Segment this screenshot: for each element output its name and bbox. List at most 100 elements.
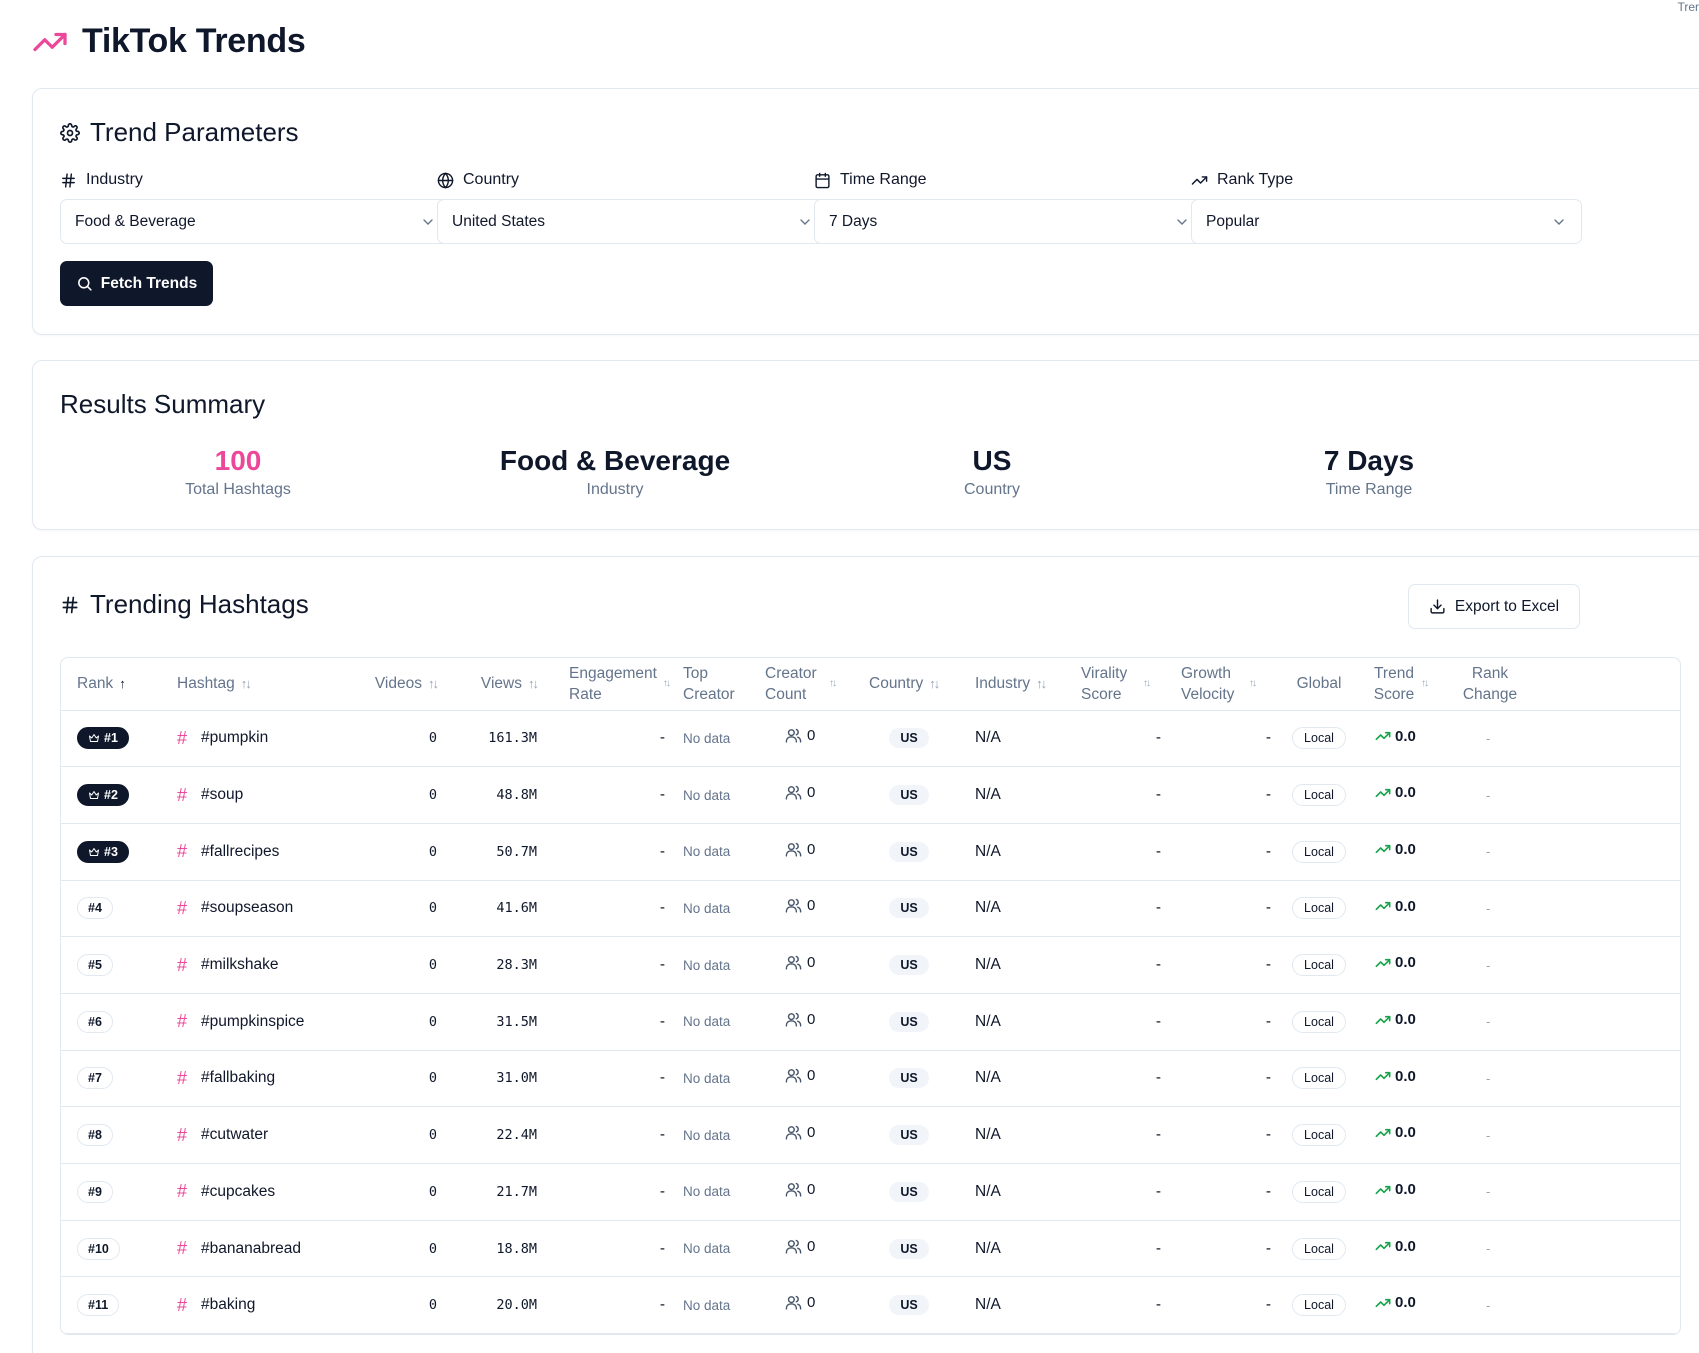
cell-videos: 0 — [345, 1276, 445, 1335]
table-row[interactable]: #8 # #cutwater 0 22.4M - No data 0 US N/A - - Local 0… — [61, 1106, 1680, 1164]
time-range-label: Time Range — [840, 171, 927, 188]
table-row[interactable]: #11 # #baking 0 20.0M - No data 0 US N/A - - Local 0.… — [61, 1276, 1680, 1335]
cell-engagement: - — [545, 1050, 673, 1108]
hashtag-name[interactable]: #soup — [201, 786, 243, 804]
cell-global: Local — [1279, 1220, 1359, 1278]
th-rank-change[interactable]: Rank Change — [1449, 658, 1680, 711]
time-range-value: 7 Days — [829, 212, 878, 230]
table-row[interactable]: #6 # #pumpkinspice 0 31.5M - No data 0 US N/A - - Lo… — [61, 993, 1680, 1051]
hashtag-name[interactable]: #pumpkinspice — [201, 1013, 304, 1031]
corner-text: Trer — [1677, 0, 1699, 14]
trending-up-icon — [1191, 175, 1208, 185]
th-engagement[interactable]: Engagement Rate ↑↓ — [545, 658, 673, 711]
hashtag-name[interactable]: #fallbaking — [201, 1069, 275, 1087]
country-badge: US — [889, 1238, 929, 1259]
table-row[interactable]: #1 # #pumpkin 0 161.3M - No data 0 US N/A - - Local 0… — [61, 710, 1680, 768]
crown-icon — [89, 791, 99, 800]
cell-hashtag: # #cupcakes — [155, 1163, 345, 1221]
stat-label: Time Range — [1325, 481, 1413, 498]
cell-country: US — [859, 1050, 959, 1108]
table-title: Trending Hashtags — [60, 589, 309, 620]
rank-badge: #11 — [77, 1294, 120, 1317]
cell-virality: - — [1067, 1220, 1169, 1278]
trending-up-icon — [1375, 958, 1391, 967]
th-global[interactable]: Global — [1279, 658, 1359, 711]
cell-engagement: - — [545, 710, 673, 768]
cell-virality: - — [1067, 823, 1169, 881]
users-icon — [785, 1295, 802, 1310]
hashtag-name[interactable]: #milkshake — [201, 956, 279, 974]
hashtag-name[interactable]: #bananabread — [201, 1240, 301, 1258]
th-top-creator[interactable]: Top Creator — [673, 658, 755, 711]
rank-badge: #8 — [77, 1124, 113, 1147]
cell-hashtag: # #cutwater — [155, 1106, 345, 1164]
table-row[interactable]: #3 # #fallrecipes 0 50.7M - No data 0 US N/A - - Loc… — [61, 823, 1680, 881]
th-videos[interactable]: Videos ↑↓ — [345, 658, 445, 711]
th-industry[interactable]: Industry ↑↓ — [959, 658, 1067, 711]
users-icon — [785, 842, 802, 857]
th-hashtag[interactable]: Hashtag ↑↓ — [155, 658, 345, 711]
chevron-down-icon — [423, 218, 433, 225]
hashtag-name[interactable]: #cutwater — [201, 1126, 268, 1144]
rank-type-select[interactable]: Popular — [1191, 199, 1582, 244]
hash-icon: # — [177, 954, 188, 975]
cell-virality: - — [1067, 1050, 1169, 1108]
stat-label: Country — [963, 481, 1021, 498]
table-row[interactable]: #9 # #cupcakes 0 21.7M - No data 0 US N/A - - Local 0… — [61, 1163, 1680, 1221]
hashtag-name[interactable]: #soupseason — [201, 899, 293, 917]
table-row[interactable]: #4 # #soupseason 0 41.6M - No data 0 US N/A - - Loca… — [61, 880, 1680, 938]
th-trend-score[interactable]: Trend Score ↑↓ — [1359, 658, 1449, 711]
cell-hashtag: # #fallbaking — [155, 1050, 345, 1108]
cell-views: 161.3M — [445, 710, 545, 768]
cell-creator-count: 0 — [755, 1106, 859, 1164]
country-select[interactable]: United States — [437, 199, 828, 244]
cell-engagement: - — [545, 1276, 673, 1335]
stat-value: US — [972, 445, 1012, 476]
cell-growth: - — [1169, 1276, 1279, 1335]
users-icon — [785, 1182, 802, 1197]
cell-rank: #5 — [61, 936, 155, 994]
hashtag-name[interactable]: #baking — [201, 1296, 255, 1314]
export-excel-button[interactable]: Export to Excel — [1408, 584, 1580, 629]
fetch-trends-button[interactable]: Fetch Trends — [60, 261, 213, 306]
cell-rank: #2 — [61, 766, 155, 824]
hashtag-name[interactable]: #cupcakes — [201, 1183, 275, 1201]
global-badge: Local — [1292, 1294, 1346, 1317]
th-growth[interactable]: Growth Velocity ↑↓ — [1169, 658, 1279, 711]
hash-icon: # — [177, 1124, 188, 1145]
th-rank[interactable]: Rank ↑ — [61, 658, 155, 711]
hash-icon — [62, 172, 75, 188]
users-icon — [785, 1012, 802, 1027]
cell-engagement: - — [545, 1220, 673, 1278]
stat-label: Industry — [586, 481, 644, 498]
hash-icon: # — [177, 784, 188, 805]
cell-views: 50.7M — [445, 823, 545, 881]
industry-select[interactable]: Food & Beverage — [60, 199, 451, 244]
cell-virality: - — [1067, 993, 1169, 1051]
users-icon — [785, 785, 802, 800]
th-views[interactable]: Views ↑↓ — [445, 658, 545, 711]
cell-hashtag: # #baking — [155, 1276, 345, 1335]
time-range-select[interactable]: 7 Days — [814, 199, 1205, 244]
trending-up-icon — [1375, 1015, 1391, 1024]
sort-icon: ↑↓ — [1036, 676, 1047, 692]
th-virality[interactable]: Virality Score ↑↓ — [1067, 658, 1169, 711]
table-row[interactable]: #10 # #bananabread 0 18.8M - No data 0 US N/A - - Lo… — [61, 1220, 1680, 1278]
stat-value: Food & Beverage — [499, 445, 731, 476]
cell-rank-change: - — [1449, 1050, 1680, 1108]
table-row[interactable]: #5 # #milkshake 0 28.3M - No data 0 US N/A - - Local… — [61, 936, 1680, 994]
table-row[interactable]: #7 # #fallbaking 0 31.0M - No data 0 US N/A - - Loca… — [61, 1050, 1680, 1108]
cell-views: 21.7M — [445, 1163, 545, 1221]
cell-rank-change: - — [1449, 823, 1680, 881]
hashtag-name[interactable]: #fallrecipes — [201, 843, 279, 861]
table-row[interactable]: #2 # #soup 0 48.8M - No data 0 US N/A - - Local 0.0- — [61, 766, 1680, 824]
th-country[interactable]: Country ↑↓ — [859, 658, 959, 711]
industry-value: Food & Beverage — [75, 212, 196, 230]
users-icon — [785, 1125, 802, 1140]
cell-trend-score: 0.0 — [1359, 936, 1449, 994]
cell-views: 22.4M — [445, 1106, 545, 1164]
fetch-trends-label: Fetch Trends — [100, 274, 198, 292]
hashtag-name[interactable]: #pumpkin — [201, 729, 268, 747]
th-creator-count[interactable]: Creator Count ↑↓ — [755, 658, 859, 711]
cell-videos: 0 — [345, 710, 445, 768]
